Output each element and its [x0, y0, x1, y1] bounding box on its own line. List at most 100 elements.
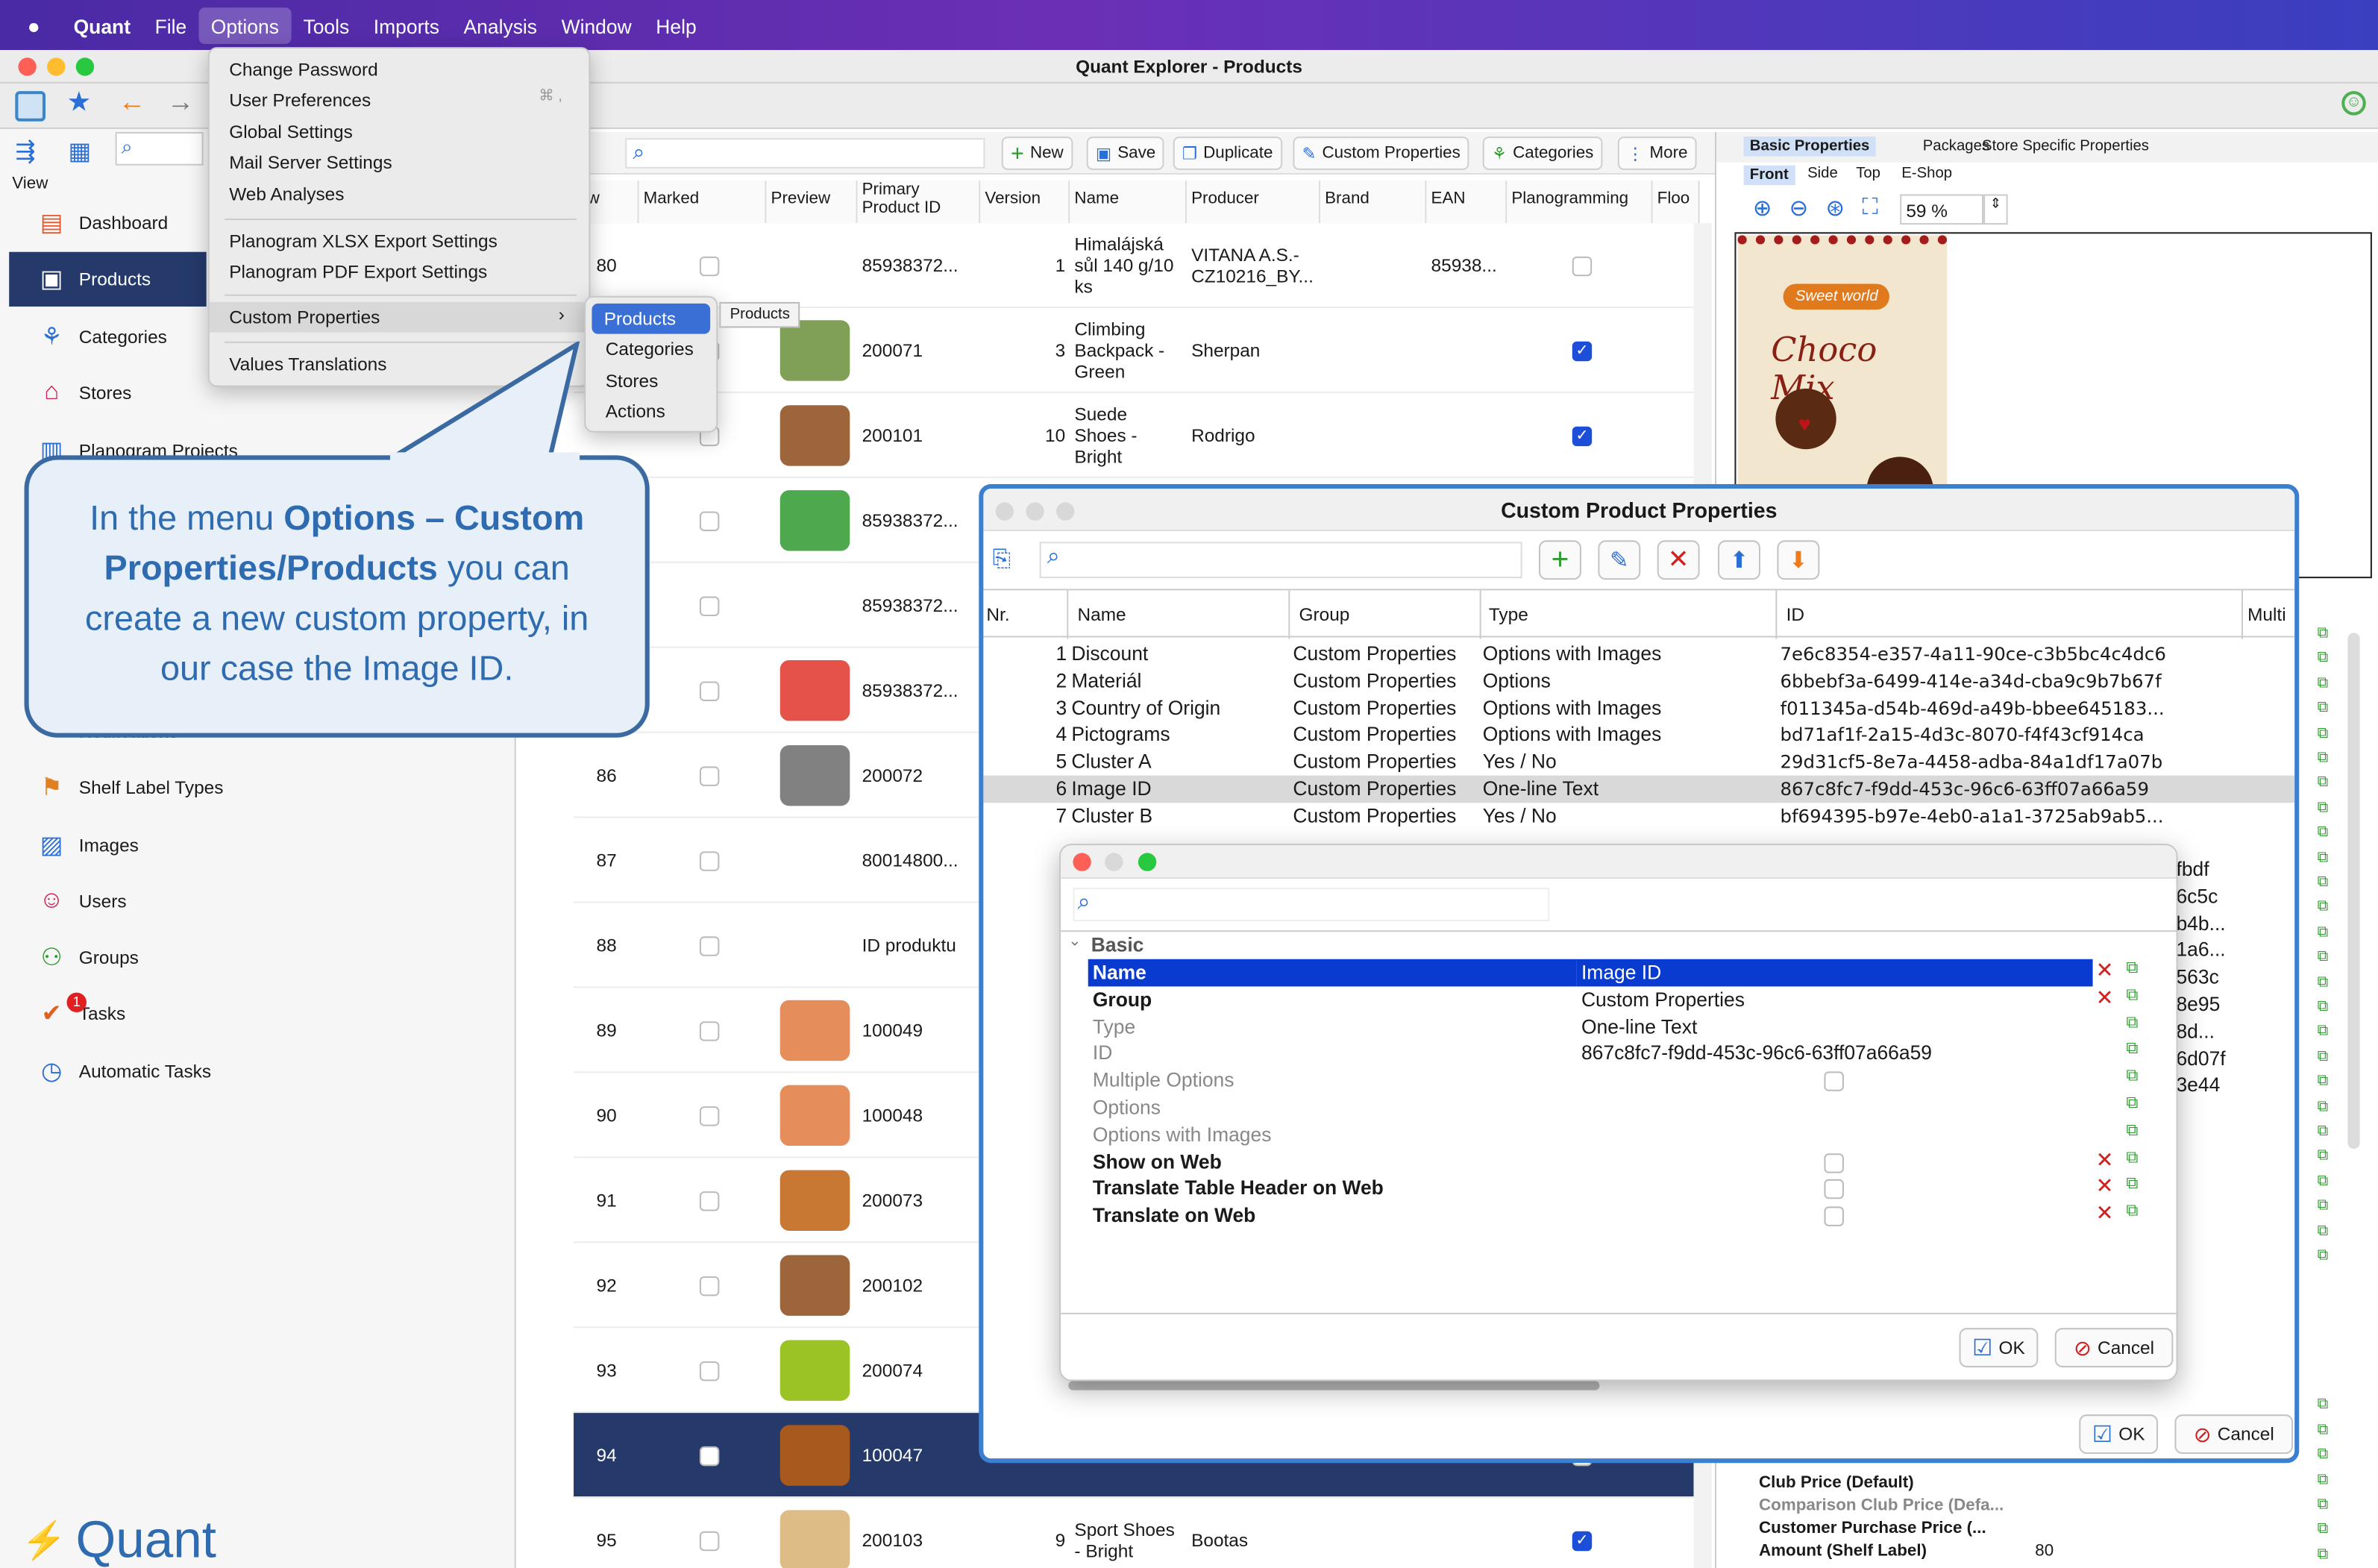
property-checkbox[interactable] — [1824, 1206, 1844, 1227]
fullscreen-icon[interactable]: ⛶ — [1862, 194, 1877, 220]
col-group[interactable]: Group — [1299, 604, 1350, 625]
copy-icon[interactable]: ⧉ — [2318, 924, 2329, 941]
close-dialog-button[interactable] — [1073, 853, 1091, 871]
planogramming-checkbox[interactable]: ✓ — [1572, 1530, 1593, 1551]
property-editor-row[interactable]: Translate Table Header on Web ✕ ⧉ — [1088, 1173, 2175, 1202]
menu-imports[interactable]: Imports — [362, 7, 452, 43]
col-type[interactable]: Type — [1489, 604, 1528, 625]
sidebar-item-groups[interactable]: ⚇ Groups — [9, 930, 509, 985]
menu-item-global-settings[interactable]: Global Settings — [210, 117, 589, 148]
menu-file[interactable]: File — [142, 7, 198, 43]
submenu-item-categories[interactable]: Categories — [586, 334, 716, 365]
copy-icon[interactable]: ⧉ — [2318, 1472, 2329, 1488]
menu-analysis[interactable]: Analysis — [451, 7, 549, 43]
col-id[interactable]: ID — [1786, 604, 1804, 625]
edit-property-button[interactable]: ✎ — [1598, 540, 1641, 580]
copy-icon[interactable]: ⧉ — [2318, 1446, 2329, 1463]
copy-icon[interactable]: ⧉ — [2318, 1048, 2329, 1064]
property-search-input[interactable]: ⌕ — [1073, 888, 1550, 921]
property-editor-row[interactable]: Group Custom Properties ✕ ⧉ — [1088, 985, 2175, 1014]
subtab-top[interactable]: Top — [1856, 166, 1880, 182]
copy-icon[interactable]: ⧉ — [2318, 1496, 2329, 1513]
marked-checkbox[interactable] — [699, 255, 720, 276]
panel-scrollbar[interactable] — [2347, 633, 2360, 1150]
copy-icon[interactable]: ⧉ — [2318, 1123, 2329, 1140]
zoom-field[interactable]: 59 % — [1900, 194, 1984, 225]
star-icon[interactable]: ★ — [67, 87, 92, 119]
move-up-button[interactable]: ⬆ — [1718, 540, 1761, 580]
grid-col-4[interactable]: Version — [980, 181, 1070, 224]
dialog-search-input[interactable]: ⌕ — [1039, 542, 1522, 579]
copy-icon[interactable]: ⧉ — [2318, 1148, 2329, 1164]
copy-icon[interactable]: ⧉ — [2318, 1247, 2329, 1264]
more-button[interactable]: ⋮ More — [1617, 137, 1697, 170]
copy-icon[interactable]: ⧉ — [2318, 774, 2329, 791]
property-value[interactable]: One-line Text — [1577, 1013, 2093, 1041]
copy-icon[interactable]: ⧉ — [2318, 750, 2329, 766]
copy-icon[interactable]: ⧉ — [2126, 1175, 2138, 1194]
property-value[interactable]: Custom Properties — [1577, 986, 2093, 1014]
copy-icon[interactable]: ⧉ — [2318, 800, 2329, 816]
duplicate-button[interactable]: ❐ Duplicate — [1173, 137, 1282, 170]
copy-icon[interactable]: ⧉ — [2318, 1223, 2329, 1239]
menu-item-web-analyses[interactable]: Web Analyses — [210, 179, 589, 210]
copy-icon[interactable]: ⧉ — [2318, 849, 2329, 865]
dialog2-ok-button[interactable]: ☑ OK — [1959, 1328, 2039, 1368]
copy-icon[interactable]: ⧉ — [2318, 949, 2329, 965]
copy-icon[interactable]: ⧉ — [2318, 1098, 2329, 1114]
menu-item-change-password[interactable]: Change Password — [210, 54, 589, 85]
new-button[interactable]: + New — [1001, 137, 1073, 170]
copy-icon[interactable]: ⧉ — [2126, 1013, 2138, 1032]
subtab-side[interactable]: Side — [1807, 166, 1838, 182]
add-property-button[interactable]: + — [1538, 540, 1581, 580]
clear-icon[interactable]: ✕ — [2096, 985, 2114, 1011]
property-row[interactable]: 1 Discount Custom Properties Options with I… — [983, 641, 2294, 668]
property-row[interactable]: 2 Materiál Custom Properties Options 6bbebf3… — [983, 668, 2294, 695]
copy-icon[interactable]: ⧉ — [2318, 1073, 2329, 1090]
property-checkbox[interactable] — [1824, 1153, 1844, 1173]
submenu-item-products[interactable]: Products — [592, 303, 711, 334]
property-editor-row[interactable]: Show on Web ✕ ⧉ — [1088, 1147, 2175, 1176]
table-row[interactable]: 80 85938372... 1 Himalájská sůl 140 g/10 ks… — [574, 223, 1700, 309]
copy-icon[interactable]: ⧉ — [2318, 1521, 2329, 1537]
copy-icon[interactable]: ⧉ — [2318, 874, 2329, 891]
sidebar-item-users[interactable]: ☺ Users — [9, 874, 509, 929]
tab-store-specific[interactable]: Store Specific Properties — [1979, 137, 2152, 156]
planogramming-checkbox[interactable]: ✓ — [1572, 340, 1593, 361]
property-row[interactable]: 6 Image ID Custom Properties One-line Text 8… — [983, 775, 2295, 803]
back-arrow-icon[interactable]: ← — [119, 87, 146, 119]
copy-icon[interactable]: ⧉ — [2126, 986, 2138, 1006]
property-checkbox[interactable] — [1824, 1179, 1844, 1200]
property-editor-row[interactable]: Translate on Web ✕ ⧉ — [1088, 1201, 2175, 1230]
zoom-out-icon[interactable]: ⊖ — [1789, 194, 1809, 222]
planogramming-checkbox[interactable]: ✓ — [1572, 425, 1593, 446]
smiley-icon[interactable]: ☺ — [2341, 91, 2366, 116]
property-row[interactable]: 5 Cluster A Custom Properties Yes / No 29d31… — [983, 748, 2294, 776]
property-editor-row[interactable]: Options with Images ⧉ — [1088, 1121, 2175, 1149]
horizontal-scrollbar[interactable] — [1068, 1381, 1600, 1390]
grid-col-8[interactable]: EAN — [1426, 181, 1508, 224]
copy-icon[interactable]: ⧉ — [2318, 1397, 2329, 1414]
zoom-window-button[interactable] — [75, 57, 95, 76]
tree-icon[interactable]: ⇶ — [15, 137, 35, 167]
copy-icon[interactable]: ⧉ — [2318, 1546, 2329, 1563]
copy-icon[interactable]: ⧉ — [2318, 973, 2329, 990]
col-nr[interactable]: Nr. — [986, 604, 1009, 625]
grid-col-10[interactable]: Floo — [1652, 181, 1700, 224]
marked-checkbox[interactable] — [699, 595, 720, 615]
delete-property-button[interactable]: ✕ — [1657, 540, 1700, 580]
copy-icon[interactable]: ⧉ — [2318, 700, 2329, 716]
menu-item-planogram-pdf[interactable]: Planogram PDF Export Settings — [210, 257, 589, 287]
property-editor-row[interactable]: Name Image ID ✕ ⧉ — [1088, 958, 2175, 987]
copy-icon[interactable]: ⧉ — [2318, 1023, 2329, 1040]
grid-col-6[interactable]: Producer — [1186, 181, 1321, 224]
subtab-eshop[interactable]: E-Shop — [1901, 166, 1952, 182]
clear-icon[interactable]: ✕ — [2096, 1147, 2114, 1173]
property-editor-row[interactable]: Type One-line Text ⧉ — [1088, 1013, 2175, 1041]
submenu-item-actions[interactable]: Actions — [586, 396, 716, 427]
copy-icon[interactable]: ⧉ — [2318, 899, 2329, 915]
subtab-front[interactable]: Front — [1743, 165, 1795, 186]
zoom-dialog-button[interactable] — [1138, 853, 1157, 871]
copy-icon[interactable]: ⧉ — [2318, 1198, 2329, 1214]
chevron-down-icon[interactable]: ⌄ — [1068, 933, 1081, 950]
